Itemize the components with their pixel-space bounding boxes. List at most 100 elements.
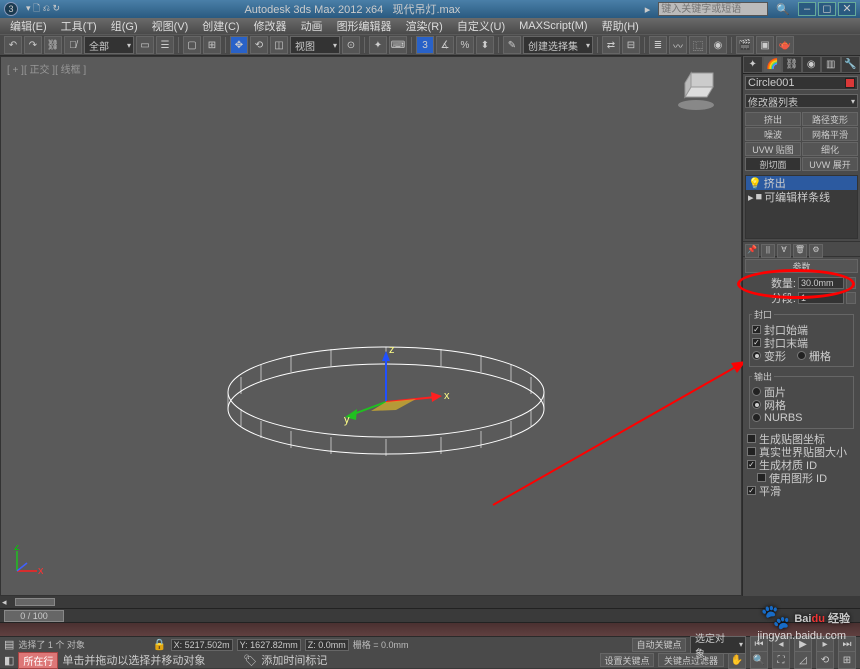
select-icon[interactable]: ▭: [136, 36, 154, 54]
modset-slice[interactable]: 剖切面: [745, 157, 801, 171]
rollout-parameters[interactable]: 参数: [745, 259, 858, 273]
realworld-checkbox[interactable]: [747, 447, 756, 456]
search-icon[interactable]: 🔍: [776, 3, 790, 16]
maxscript-icon[interactable]: ▤: [4, 638, 14, 651]
app-logo-icon[interactable]: 3: [4, 2, 18, 16]
viewport-scrollbar[interactable]: ◂: [0, 596, 860, 608]
script-listener-icon[interactable]: ◧: [4, 654, 14, 667]
select-name-icon[interactable]: ☰: [156, 36, 174, 54]
tab-utilities-icon[interactable]: 🔧: [841, 56, 860, 73]
coord-y[interactable]: Y: 1627.82mm: [237, 639, 301, 651]
link-icon[interactable]: ⛓: [44, 36, 62, 54]
output-nurbs-radio[interactable]: [752, 413, 761, 422]
add-time-tag[interactable]: 添加时间标记: [261, 652, 327, 668]
menu-animation[interactable]: 动画: [295, 18, 329, 34]
tab-display-icon[interactable]: ▥: [821, 56, 841, 73]
quick-access[interactable]: ▾ 🗋 ⎌ ↻: [26, 1, 60, 17]
key-filter-combo[interactable]: 选定对象: [690, 636, 746, 654]
edit-sel-set-icon[interactable]: ✎: [503, 36, 521, 54]
nav-zoomext-icon[interactable]: ⛶: [772, 651, 790, 669]
coord-x[interactable]: X: 5217.502m: [171, 639, 233, 651]
amount-spinner[interactable]: 30.0mm: [798, 277, 844, 289]
render-icon[interactable]: 🫖: [776, 36, 794, 54]
cap-start-checkbox[interactable]: ✓: [752, 325, 761, 334]
setkey-button[interactable]: 设置关键点: [600, 653, 654, 667]
tab-motion-icon[interactable]: ◉: [802, 56, 822, 73]
modset-extrude[interactable]: 挤出: [745, 112, 801, 126]
menu-create[interactable]: 创建(C): [196, 18, 245, 34]
nav-zoom-icon[interactable]: 🔍: [750, 651, 768, 669]
undo-icon[interactable]: ↶: [4, 36, 22, 54]
configure-sets-icon[interactable]: ⚙: [809, 244, 823, 258]
menu-edit[interactable]: 编辑(E): [4, 18, 53, 34]
menu-help[interactable]: 帮助(H): [596, 18, 645, 34]
coord-z[interactable]: Z: 0.0mm: [305, 639, 349, 651]
curve-editor-icon[interactable]: 〰: [669, 36, 687, 54]
viewport-label[interactable]: [ + ][ 正交 ][ 线框 ]: [7, 61, 86, 76]
stack-item-spline[interactable]: ▸■可编辑样条线: [746, 190, 857, 204]
mirror-icon[interactable]: ⇄: [602, 36, 620, 54]
modset-noise[interactable]: 噪波: [745, 127, 801, 141]
nav-orbit-icon[interactable]: ⟲: [816, 651, 834, 669]
ref-coord-system[interactable]: 视图: [290, 36, 340, 54]
gen-mapcoords-checkbox[interactable]: [747, 434, 756, 443]
segments-spinner[interactable]: 1: [798, 292, 844, 304]
object-color-swatch[interactable]: [845, 78, 855, 88]
cap-end-checkbox[interactable]: ✓: [752, 338, 761, 347]
scale-icon[interactable]: ◫: [270, 36, 288, 54]
infocenter-icon[interactable]: ▸: [645, 3, 651, 16]
stack-item-extrude[interactable]: 💡挤出: [746, 176, 857, 190]
amount-spin-buttons[interactable]: [846, 277, 856, 289]
selection-filter[interactable]: 全部: [84, 36, 134, 54]
show-end-icon[interactable]: ||: [761, 244, 775, 258]
menu-grapheditors[interactable]: 图形编辑器: [331, 18, 398, 34]
modset-pathdeform[interactable]: 路径变形: [802, 112, 858, 126]
schematic-icon[interactable]: ⿺: [689, 36, 707, 54]
percent-snap-icon[interactable]: %: [456, 36, 474, 54]
viewcube-icon[interactable]: [675, 69, 717, 111]
tab-hierarchy-icon[interactable]: ⛓: [782, 56, 802, 73]
macro-recorder-tag[interactable]: 所在行: [18, 652, 58, 669]
render-frame-icon[interactable]: ▣: [756, 36, 774, 54]
menu-group[interactable]: 组(G): [105, 18, 144, 34]
unlink-icon[interactable]: ⛓̸: [64, 36, 82, 54]
unique-icon[interactable]: ∀: [777, 244, 791, 258]
modset-meshsmooth[interactable]: 网格平滑: [802, 127, 858, 141]
redo-icon[interactable]: ↷: [24, 36, 42, 54]
menu-maxscript[interactable]: MAXScript(M): [513, 20, 593, 32]
segments-spin-buttons[interactable]: [846, 292, 856, 304]
layers-icon[interactable]: ≣: [649, 36, 667, 54]
output-patch-radio[interactable]: [752, 387, 761, 396]
keymode-icon[interactable]: ⌨: [389, 36, 407, 54]
angle-snap-icon[interactable]: ∡: [436, 36, 454, 54]
modset-uvwmap[interactable]: UVW 贴图: [745, 142, 801, 156]
snap-toggle-icon[interactable]: 3: [416, 36, 434, 54]
timetag-icon[interactable]: 🏷: [243, 654, 257, 667]
spinner-snap-icon[interactable]: ⬍: [476, 36, 494, 54]
pin-stack-icon[interactable]: 📌: [745, 244, 759, 258]
lock-selection-icon[interactable]: 🔒: [153, 638, 167, 651]
use-shapeids-checkbox[interactable]: [757, 473, 766, 482]
rotate-icon[interactable]: ⟲: [250, 36, 268, 54]
modifier-stack[interactable]: 💡挤出 ▸■可编辑样条线: [745, 175, 858, 239]
output-mesh-radio[interactable]: [752, 400, 761, 409]
smooth-checkbox[interactable]: ✓: [747, 486, 756, 495]
window-crossing-icon[interactable]: ⊞: [203, 36, 221, 54]
close-button[interactable]: ✕: [838, 2, 856, 16]
manipulate-icon[interactable]: ✦: [369, 36, 387, 54]
modset-tessellate[interactable]: 细化: [802, 142, 858, 156]
remove-mod-icon[interactable]: 🗑: [793, 244, 807, 258]
viewport-orthographic[interactable]: [ + ][ 正交 ][ 线框 ]: [0, 56, 742, 596]
autokey-button[interactable]: 自动关键点: [632, 638, 686, 652]
help-search-input[interactable]: [658, 2, 768, 16]
object-name-field[interactable]: Circle001: [745, 76, 858, 90]
tab-create-icon[interactable]: ✦: [743, 56, 763, 73]
restore-button[interactable]: ◻: [818, 2, 836, 16]
menu-rendering[interactable]: 渲染(R): [400, 18, 449, 34]
nav-fov-icon[interactable]: ◿: [794, 651, 812, 669]
menu-customize[interactable]: 自定义(U): [451, 18, 511, 34]
menu-modifiers[interactable]: 修改器: [248, 18, 293, 34]
render-setup-icon[interactable]: 🎬: [736, 36, 754, 54]
pivot-icon[interactable]: ⊙: [342, 36, 360, 54]
nav-maximize-icon[interactable]: ⊞: [838, 651, 856, 669]
